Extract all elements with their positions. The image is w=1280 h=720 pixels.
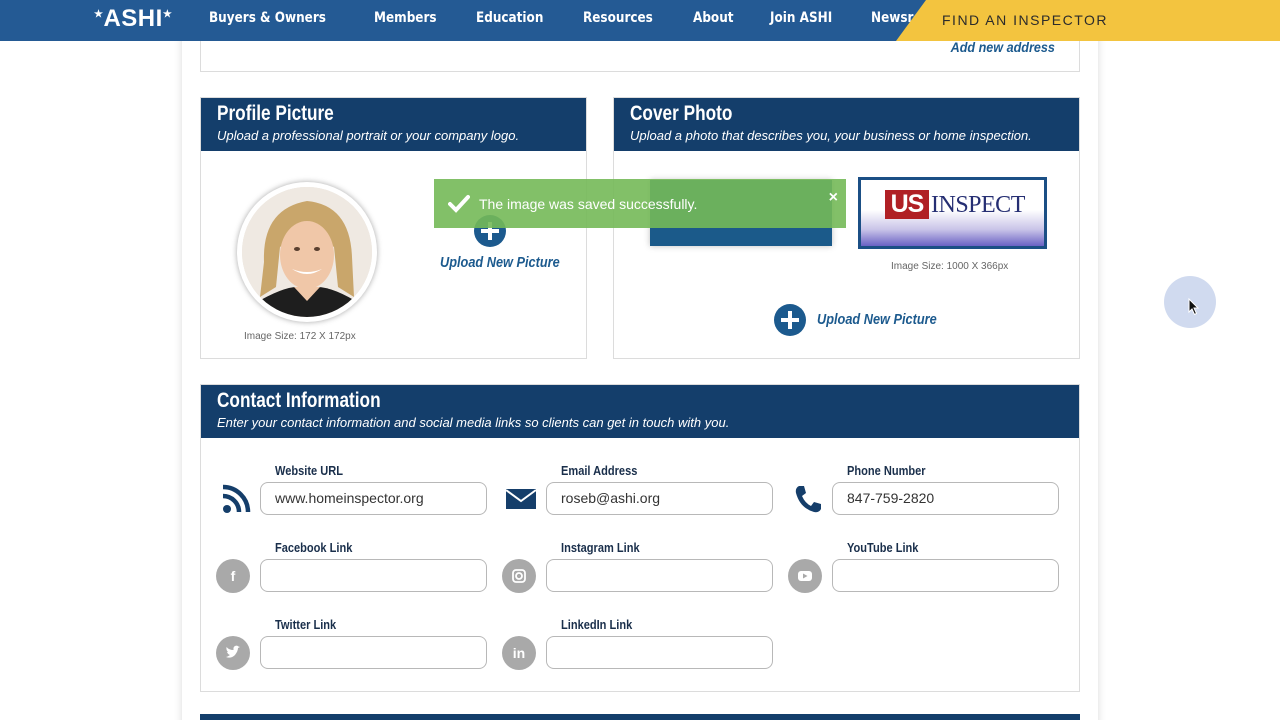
nav-link-join-ashi[interactable]: Join ASHI bbox=[770, 0, 832, 41]
phone-icon bbox=[795, 486, 821, 513]
cover-photo-header: Cover Photo Upload a photo that describe… bbox=[614, 98, 1079, 151]
email-address-label: Email Address bbox=[561, 463, 638, 478]
contact-information-title: Contact Information bbox=[217, 389, 381, 412]
phone-number-label: Phone Number bbox=[847, 463, 926, 478]
youtube-link-label: YouTube Link bbox=[847, 540, 919, 555]
avatar bbox=[237, 182, 377, 322]
profile-picture-panel: Profile Picture Upload a professional po… bbox=[200, 97, 587, 359]
facebook-link-input[interactable] bbox=[260, 559, 487, 592]
nav-link-education[interactable]: Education bbox=[476, 0, 543, 41]
usinspect-logo-inspect: INSPECT bbox=[931, 192, 1025, 218]
twitter-link-input[interactable] bbox=[260, 636, 487, 669]
facebook-link-label: Facebook Link bbox=[275, 540, 353, 555]
profile-upload-link[interactable]: Upload New Picture bbox=[440, 254, 560, 271]
profile-image-size: Image Size: 172 X 172px bbox=[244, 331, 356, 342]
website-url-input[interactable]: www.homeinspector.org bbox=[260, 482, 487, 515]
logo-text: ASHI bbox=[103, 5, 163, 32]
nav-link-buyers-owners[interactable]: Buyers & Owners bbox=[209, 0, 326, 41]
twitter-link-label: Twitter Link bbox=[275, 617, 337, 632]
profile-picture-header: Profile Picture Upload a professional po… bbox=[201, 98, 586, 151]
cover-photo-subtitle: Upload a photo that describes you, your … bbox=[630, 128, 1032, 143]
ashi-logo[interactable]: ★ASHI★ bbox=[94, 5, 172, 33]
toast-message: The image was saved successfully. bbox=[479, 196, 698, 212]
instagram-link-input[interactable] bbox=[546, 559, 773, 592]
facebook-icon: f bbox=[216, 559, 250, 593]
profile-picture-subtitle: Upload a professional portrait or your c… bbox=[217, 128, 520, 143]
cover-upload-link[interactable]: Upload New Picture bbox=[817, 311, 937, 328]
nav-link-members[interactable]: Members bbox=[374, 0, 437, 41]
linkedin-icon: in bbox=[502, 636, 536, 670]
cover-photo-panel: Cover Photo Upload a photo that describe… bbox=[613, 97, 1080, 359]
nav-link-resources[interactable]: Resources bbox=[583, 0, 653, 41]
avatar-photo bbox=[242, 187, 372, 317]
cover-photo-title: Cover Photo bbox=[630, 102, 733, 125]
phone-number-input[interactable]: 847-759-2820 bbox=[832, 482, 1059, 515]
close-icon[interactable]: × bbox=[829, 189, 838, 207]
next-section-header bbox=[200, 714, 1080, 720]
add-new-address-link[interactable]: Add new address bbox=[951, 39, 1055, 55]
profile-picture-title: Profile Picture bbox=[217, 102, 334, 125]
rss-icon bbox=[222, 484, 251, 513]
youtube-link-input[interactable] bbox=[832, 559, 1059, 592]
youtube-icon bbox=[788, 559, 822, 593]
linkedin-link-input[interactable] bbox=[546, 636, 773, 669]
envelope-icon bbox=[505, 489, 537, 509]
usinspect-logo-us: US bbox=[885, 190, 929, 219]
cover-photo-current: US INSPECT bbox=[858, 177, 1047, 249]
contact-information-header: Contact Information Enter your contact i… bbox=[201, 385, 1079, 438]
check-icon bbox=[448, 195, 470, 213]
contact-information-panel: Contact Information Enter your contact i… bbox=[200, 384, 1080, 692]
email-address-input[interactable]: roseb@ashi.org bbox=[546, 482, 773, 515]
find-inspector-button[interactable]: FIND AN INSPECTOR bbox=[896, 0, 1280, 41]
mouse-cursor-icon bbox=[1188, 298, 1200, 316]
success-toast: The image was saved successfully. × bbox=[434, 179, 846, 228]
twitter-icon bbox=[216, 636, 250, 670]
instagram-link-label: Instagram Link bbox=[561, 540, 640, 555]
instagram-icon bbox=[502, 559, 536, 593]
nav-links: Buyers & Owners Members Education Resour… bbox=[209, 0, 983, 41]
website-url-label: Website URL bbox=[275, 463, 343, 478]
find-inspector-label: FIND AN INSPECTOR bbox=[942, 12, 1109, 28]
linkedin-link-label: LinkedIn Link bbox=[561, 617, 633, 632]
plus-circle-icon[interactable] bbox=[774, 304, 806, 336]
contact-information-subtitle: Enter your contact information and socia… bbox=[217, 415, 730, 430]
cover-image-size: Image Size: 1000 X 366px bbox=[891, 261, 1009, 272]
top-nav: ★ASHI★ Buyers & Owners Members Education… bbox=[0, 0, 1280, 41]
nav-link-about[interactable]: About bbox=[693, 0, 734, 41]
